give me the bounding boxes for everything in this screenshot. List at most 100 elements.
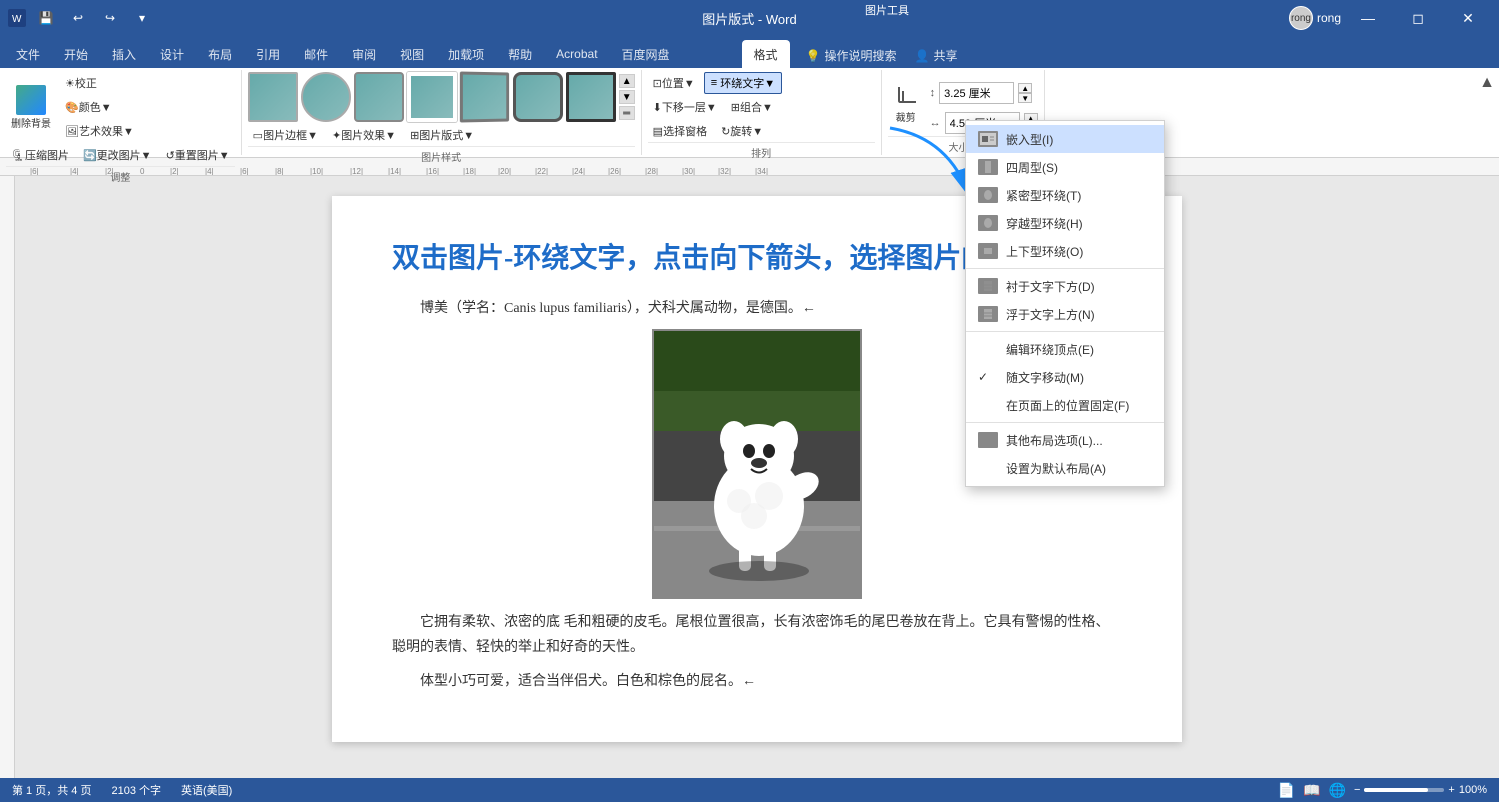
tab-review[interactable]: 审阅 <box>340 40 388 68</box>
ribbon-toolbar: 删除背景 ☀ 校正 🎨 颜色▼ 🖼 艺术效果▼ <box>0 68 1499 158</box>
style-gallery-more[interactable]: ═ <box>619 106 635 120</box>
color-btn[interactable]: 🎨 颜色▼ <box>60 96 140 118</box>
menu-item-topbottom[interactable]: 上下型环绕(O) <box>966 237 1164 265</box>
style-6[interactable] <box>513 72 563 122</box>
img-border-btn[interactable]: ▭ 图片边框▼ <box>248 124 323 146</box>
menu-sep-1 <box>966 268 1164 269</box>
img-effect-btn[interactable]: ✦ 图片效果▼ <box>327 124 401 146</box>
menu-item-square[interactable]: 四周型(S) <box>966 153 1164 181</box>
tab-mailings[interactable]: 邮件 <box>292 40 340 68</box>
undo-quick-btn[interactable]: ↩ <box>66 6 90 30</box>
save-quick-btn[interactable]: 💾 <box>34 6 58 30</box>
search-tab[interactable]: 💡 操作说明搜索 <box>798 43 905 68</box>
menu-item-editpoints[interactable]: 编辑环绕顶点(E) <box>966 335 1164 363</box>
check-icon: ✓ <box>978 370 998 384</box>
artistic-btn[interactable]: 🖼 艺术效果▼ <box>60 120 140 142</box>
menu-item-behind[interactable]: 衬于文字下方(D) <box>966 272 1164 300</box>
tab-references[interactable]: 引用 <box>244 40 292 68</box>
dog-image[interactable] <box>652 329 862 599</box>
view-read-btn[interactable]: 📖 <box>1303 782 1320 799</box>
style-7[interactable] <box>566 72 616 122</box>
wrap-text-btn[interactable]: ≡ 环绕文字▼ <box>704 72 782 94</box>
change-img-btn[interactable]: 🔄 更改图片▼ <box>78 144 157 166</box>
correct-btn[interactable]: ☀ 校正 <box>60 72 140 94</box>
minimize-button[interactable]: — <box>1345 0 1391 36</box>
customize-quick-btn[interactable]: ▾ <box>130 6 154 30</box>
height-up[interactable]: ▲ <box>1018 83 1032 93</box>
tab-view[interactable]: 视图 <box>388 40 436 68</box>
tab-design[interactable]: 设计 <box>148 40 196 68</box>
view-normal-btn[interactable]: 📄 <box>1278 782 1295 799</box>
document-area: 双击图片-环绕文字，点击向下箭头，选择图片的版式 博美（学名：Canis lup… <box>0 176 1499 778</box>
ribbon-collapse[interactable]: ▲ <box>1475 70 1499 155</box>
page-info: 第 1 页，共 4 页 <box>12 782 91 798</box>
height-down[interactable]: ▼ <box>1018 93 1032 103</box>
avatar: rong <box>1289 6 1313 30</box>
view-web-btn[interactable]: 🌐 <box>1329 782 1346 799</box>
style-group-content: ▲ ▼ ═ ▭ 图片边框▼ ✦ 图片效果▼ ⊞ 图片版式▼ <box>248 72 635 146</box>
wrap-text-dropdown: 嵌入型(I) 四周型(S) 紧密型环绕(T) 穿越型环绕(H) 上下型环绕(O)… <box>965 120 1165 487</box>
tab-format[interactable]: 格式 <box>742 40 790 68</box>
style-5[interactable] <box>460 71 509 122</box>
style-gallery-down[interactable]: ▼ <box>619 90 635 104</box>
menu-item-infront[interactable]: 浮于文字上方(N) <box>966 300 1164 328</box>
title-bar: 图片工具 W 💾 ↩ ↪ ▾ 图片版式 - Word rong rong — ◻… <box>0 0 1499 36</box>
zoom-slider[interactable] <box>1364 788 1444 792</box>
style-3[interactable] <box>354 72 404 122</box>
artistic-label: 艺术效果▼ <box>79 123 134 139</box>
menu-item-setdefault[interactable]: 设置为默认布局(A) <box>966 454 1164 482</box>
menu-item-through[interactable]: 穿越型环绕(H) <box>966 209 1164 237</box>
position-btn[interactable]: ⊡ 位置▼ <box>648 72 700 94</box>
tab-layout[interactable]: 布局 <box>196 40 244 68</box>
reset-img-btn[interactable]: ↺ 重置图片▼ <box>161 144 235 166</box>
share-btn[interactable]: 👤 共享 <box>905 43 968 68</box>
tab-home[interactable]: 开始 <box>52 40 100 68</box>
menu-item-movetext[interactable]: ✓ 随文字移动(M) <box>966 363 1164 391</box>
tab-file[interactable]: 文件 <box>4 40 52 68</box>
move-back-label: 下移一层▼ <box>662 99 717 115</box>
svg-text:W: W <box>12 14 22 25</box>
crop-btn[interactable]: 裁剪 <box>888 82 924 127</box>
tab-baidupan[interactable]: 百度网盘 <box>610 40 682 68</box>
zoom-bar: − + 100% <box>1354 784 1487 796</box>
tab-addins[interactable]: 加载项 <box>436 40 496 68</box>
style-4[interactable] <box>407 72 457 122</box>
redo-quick-btn[interactable]: ↪ <box>98 6 122 30</box>
tab-help[interactable]: 帮助 <box>496 40 544 68</box>
border-icon: ▭ <box>253 129 263 142</box>
tab-insert[interactable]: 插入 <box>100 40 148 68</box>
menu-item-fixpos[interactable]: 在页面上的位置固定(F) <box>966 391 1164 419</box>
select-pane-btn[interactable]: ▤ 选择窗格 <box>648 120 712 142</box>
tight-icon <box>978 187 998 203</box>
behind-icon <box>978 278 998 294</box>
infront-icon <box>978 306 998 322</box>
menu-item-inline[interactable]: 嵌入型(I) <box>966 125 1164 153</box>
style-2[interactable] <box>301 72 351 122</box>
doc-para-3: 体型小巧可爱，适合当伴侣犬。白色和棕色的屁名。← <box>392 669 1122 694</box>
img-layout-btn[interactable]: ⊞ 图片版式▼ <box>405 124 479 146</box>
zoom-out-btn[interactable]: − <box>1354 784 1360 796</box>
compress-btn[interactable]: 🗜 压缩图片 <box>6 144 74 166</box>
height-input[interactable] <box>939 82 1014 104</box>
style-1[interactable] <box>248 72 298 122</box>
rotate-icon: ↻ <box>721 125 730 138</box>
position-icon: ⊡ <box>653 77 662 90</box>
tab-acrobat[interactable]: Acrobat <box>544 40 609 68</box>
menu-item-otherlayout[interactable]: 其他布局选项(L)... <box>966 426 1164 454</box>
rotate-btn[interactable]: ↻ 旋转▼ <box>716 120 768 142</box>
zoom-in-btn[interactable]: + <box>1448 784 1454 796</box>
restore-button[interactable]: ◻ <box>1395 0 1441 36</box>
move-back-btn[interactable]: ⬇ 下移一层▼ <box>648 96 722 118</box>
remove-background-btn[interactable]: 删除背景 <box>6 82 56 133</box>
close-button[interactable]: ✕ <box>1445 0 1491 36</box>
adjust-group-content: 删除背景 ☀ 校正 🎨 颜色▼ 🖼 艺术效果▼ <box>6 72 235 166</box>
menu-item-tight[interactable]: 紧密型环绕(T) <box>966 181 1164 209</box>
style-gallery-up[interactable]: ▲ <box>619 74 635 88</box>
compress-icon: 🗜 <box>11 149 25 162</box>
select-pane-icon: ▤ <box>653 125 663 138</box>
color-label: 颜色▼ <box>79 99 112 115</box>
language: 英语(美国) <box>181 782 232 798</box>
document-scroll[interactable]: 双击图片-环绕文字，点击向下箭头，选择图片的版式 博美（学名：Canis lup… <box>15 176 1499 778</box>
combine-btn[interactable]: ⊞ 组合▼ <box>726 96 778 118</box>
collapse-icon[interactable]: ▲ <box>1479 74 1495 92</box>
